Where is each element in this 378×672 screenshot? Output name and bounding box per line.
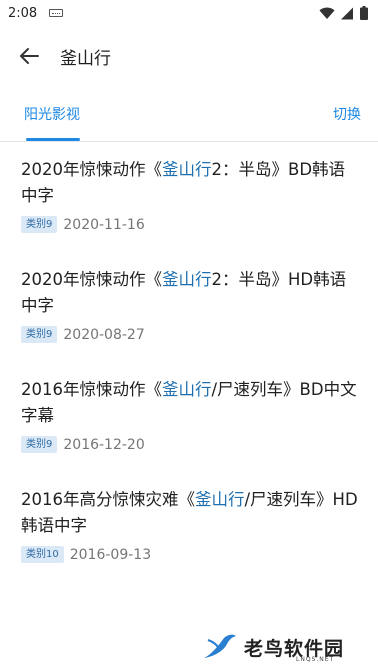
bird-logo-icon — [204, 634, 236, 658]
list-item[interactable]: 2020年惊悚动作《釜山行2：半岛》BD韩语中字 类别9 2020-11-16 — [0, 143, 378, 253]
item-date: 2020-11-16 — [63, 216, 145, 233]
watermark-sub: LNQS.NET — [296, 656, 335, 663]
arrow-back-icon — [20, 48, 39, 64]
keyboard-icon — [49, 9, 64, 17]
list-item[interactable]: 2016年高分惊悚灾难《釜山行/尸速列车》HD韩语中字 类别10 2016-09… — [0, 473, 378, 583]
status-icons — [319, 6, 368, 20]
result-list: 2020年惊悚动作《釜山行2：半岛》BD韩语中字 类别9 2020-11-16 … — [0, 143, 378, 583]
tab-bar: 阳光影视 切换 — [0, 86, 378, 142]
switch-button[interactable]: 切换 — [333, 86, 361, 142]
item-title: 2020年惊悚动作《釜山行2：半岛》BD韩语中字 — [21, 160, 346, 205]
category-badge: 类别9 — [21, 216, 58, 233]
tab-source[interactable]: 阳光影视 — [24, 86, 80, 142]
signal-icon — [341, 7, 353, 19]
item-date: 2020-08-27 — [63, 326, 145, 343]
list-item[interactable]: 2016年惊悚动作《釜山行/尸速列车》BD中文字幕 类别9 2016-12-20 — [0, 363, 378, 473]
battery-icon — [360, 6, 368, 20]
app-bar: 釜山行 — [0, 26, 378, 86]
item-title: 2016年惊悚动作《釜山行/尸速列车》BD中文字幕 — [21, 380, 357, 425]
tab-indicator — [26, 138, 80, 141]
category-badge: 类别9 — [21, 436, 58, 453]
list-item[interactable]: 2020年惊悚动作《釜山行2：半岛》HD韩语中字 类别9 2020-08-27 — [0, 253, 378, 363]
item-title: 2020年惊悚动作《釜山行2：半岛》HD韩语中字 — [21, 270, 347, 315]
page-title: 釜山行 — [60, 48, 111, 69]
category-badge: 类别10 — [21, 546, 64, 563]
back-button[interactable] — [0, 26, 58, 86]
item-date: 2016-09-13 — [69, 546, 152, 563]
category-badge: 类别9 — [21, 326, 58, 343]
wifi-icon — [319, 7, 335, 19]
status-time: 2:08 — [8, 5, 38, 21]
status-bar: 2:08 — [0, 0, 378, 26]
item-date: 2016-12-20 — [63, 436, 145, 453]
watermark: 老鸟软件园 LNQS.NET — [202, 626, 374, 668]
item-title: 2016年高分惊悚灾难《釜山行/尸速列车》HD韩语中字 — [21, 490, 358, 535]
